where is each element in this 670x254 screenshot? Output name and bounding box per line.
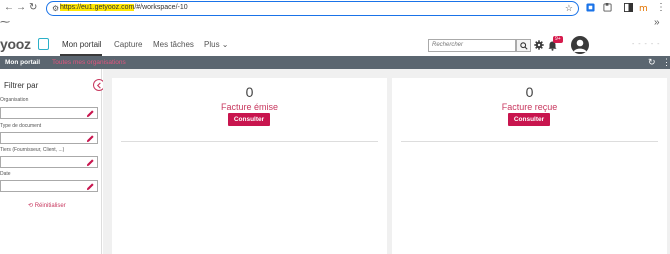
back-icon[interactable]: ←	[4, 2, 14, 14]
edit-icon[interactable]	[86, 182, 95, 191]
app-header: yooz Mon portail Capture Mes tâches Plus…	[0, 29, 670, 56]
browser-toolbar: ← → ↻ ⚙ https://eu1.getyooz.com/#/worksp…	[0, 0, 670, 17]
divider	[121, 141, 378, 142]
card-count: 0	[525, 84, 534, 100]
user-name[interactable]: - - - - -	[632, 41, 660, 48]
tab-mes-taches[interactable]: Mes tâches	[153, 40, 194, 49]
star-icon[interactable]: ☆	[565, 3, 573, 14]
reset-icon: ⟲	[28, 203, 34, 209]
avatar[interactable]	[571, 36, 589, 54]
forward-icon[interactable]: →	[16, 2, 26, 14]
menu-icon[interactable]: ⁓	[0, 17, 10, 29]
portal-subbar: Mon portail Toutes mes organisations ↻ ⋮	[0, 56, 670, 69]
tab-mon-portail[interactable]: Mon portail	[62, 40, 102, 49]
logo-icon	[38, 38, 49, 50]
consult-button[interactable]: Consulter	[508, 113, 550, 126]
reset-filters-button[interactable]: ⟲ Réinitialiser	[28, 202, 66, 209]
divider	[401, 141, 658, 142]
filter-label-document-type: Type de document	[0, 123, 42, 129]
sidebar-toggle-icon[interactable]	[624, 3, 633, 12]
search-icon	[520, 42, 528, 50]
filter-third-party-field[interactable]	[0, 156, 98, 168]
filter-document-type-field[interactable]	[0, 132, 98, 144]
card-title: Facture émise	[220, 102, 279, 112]
chevron-right-icon[interactable]: »	[654, 17, 660, 29]
refresh-icon[interactable]: ↻	[648, 57, 656, 68]
gear-icon[interactable]	[534, 40, 544, 50]
card-count: 0	[245, 84, 254, 100]
more-options-icon[interactable]: ⋮	[662, 57, 670, 68]
card-received-invoices: 0 Facture reçue Consulter	[392, 78, 667, 254]
extensions-icon[interactable]: m	[639, 3, 648, 12]
notification-badge: 9+	[553, 36, 563, 43]
user-icon	[573, 39, 587, 52]
logo: yooz	[0, 36, 31, 52]
more-icon[interactable]: ⋮	[656, 2, 666, 14]
filter-label-organisation: Organisation	[0, 97, 29, 103]
card-title: Facture reçue	[501, 102, 558, 112]
search-input[interactable]: Rechercher	[428, 39, 516, 52]
extension-icon[interactable]	[586, 3, 595, 12]
filter-title: Filtrer par	[4, 81, 39, 90]
address-bar[interactable]: ⚙ https://eu1.getyooz.com/#/workspace/-1…	[46, 1, 579, 16]
tab-capture[interactable]: Capture	[114, 40, 142, 49]
dashboard-content: 0 Facture émise Consulter 0 Facture reçu…	[103, 69, 670, 254]
svg-text:m: m	[639, 4, 648, 12]
filter-date-field[interactable]	[0, 180, 98, 192]
filter-organisation-field[interactable]	[0, 107, 98, 119]
filter-label-third-party: Tiers (Fournisseur, Client, ...)	[0, 147, 65, 153]
reload-icon[interactable]: ↻	[29, 2, 37, 14]
portal-title: Mon portail	[5, 59, 41, 66]
edit-icon[interactable]	[86, 134, 95, 143]
chevron-left-icon	[96, 82, 101, 89]
edit-icon[interactable]	[86, 109, 95, 118]
filter-label-date: Date	[0, 171, 11, 177]
edit-icon[interactable]	[86, 158, 95, 167]
organisation-selector[interactable]: Toutes mes organisations	[52, 59, 126, 66]
filter-sidebar: Filtrer par Organisation Type de documen…	[0, 69, 105, 254]
tab-plus[interactable]: Plus ⌄	[204, 40, 229, 49]
site-info-icon[interactable]: ⚙	[52, 4, 59, 13]
bookmark-bar: ⁓ »	[0, 17, 670, 29]
search-button[interactable]	[516, 39, 531, 52]
chevron-down-icon: ⌄	[221, 40, 229, 49]
card-issued-invoices: 0 Facture émise Consulter	[112, 78, 387, 254]
url-text: https://eu1.getyooz.com/#/workspace/-10	[60, 4, 188, 11]
consult-button[interactable]: Consulter	[228, 113, 270, 126]
extension-icon[interactable]	[603, 3, 612, 12]
